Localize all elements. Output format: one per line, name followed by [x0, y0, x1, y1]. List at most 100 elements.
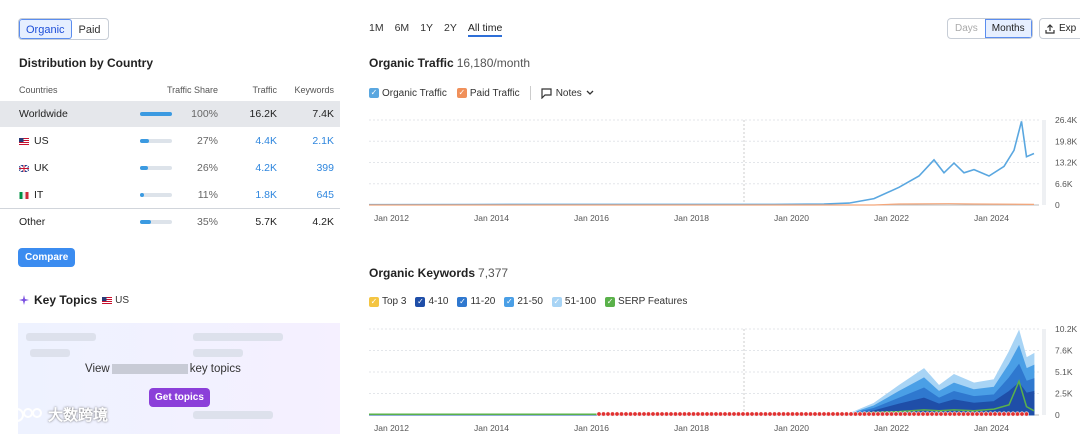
serp-marker [699, 411, 705, 417]
legend-11-20[interactable]: ✓ 11-20 [457, 296, 495, 307]
legend-paid-traffic[interactable]: ✓ Paid Traffic [456, 87, 520, 99]
serp-marker [933, 411, 939, 417]
get-topics-button[interactable]: Get topics [149, 388, 210, 407]
serp-marker [879, 411, 885, 417]
table-row-us[interactable]: US 27% 4.4K 2.1K [0, 127, 340, 154]
legend-label: 11-20 [470, 296, 496, 307]
watermark-logo-icon [10, 407, 42, 422]
legend-4-10[interactable]: ✓ 4-10 [415, 296, 448, 307]
serp-marker [1014, 411, 1020, 417]
serp-marker [852, 411, 858, 417]
us-flag-icon [19, 137, 29, 145]
serp-marker [947, 411, 953, 417]
keywords-link[interactable]: 399 [316, 162, 334, 174]
range-6m[interactable]: 6M [395, 22, 410, 37]
serp-marker [812, 411, 818, 417]
serp-marker [951, 411, 957, 417]
table-row-uk[interactable]: UK 26% 4.2K 399 [0, 154, 340, 181]
serp-marker [619, 411, 625, 417]
legend-label: 21-50 [517, 296, 543, 307]
header-traffic-share[interactable]: Traffic Share [167, 85, 218, 95]
notes-dropdown[interactable]: Notes [541, 88, 594, 99]
traffic-value: 16.2K [249, 108, 277, 120]
x-tick-label: Jan 2018 [674, 423, 709, 433]
serp-marker [654, 411, 660, 417]
export-button[interactable]: Exp [1039, 18, 1080, 39]
serp-marker [992, 411, 998, 417]
blurred-text [193, 333, 283, 341]
organic-traffic-label: Organic Traffic [369, 56, 454, 70]
y-tick-label: 2.5K [1055, 389, 1073, 399]
sparkle-icon [19, 295, 29, 305]
legend-top3[interactable]: ✓ Top 3 [369, 296, 406, 307]
key-topics-header: Key Topics US [19, 293, 129, 307]
x-tick-label: Jan 2016 [574, 213, 609, 223]
organic-keywords-value: 7,377 [478, 266, 509, 280]
divider [529, 86, 531, 100]
header-keywords[interactable]: Keywords [294, 85, 334, 95]
organic-keywords-chart[interactable]: 0 2.5K 5.1K 7.6K 10.2K Jan 2012 Jan 2014 Jan 20… [369, 322, 1080, 434]
range-1y[interactable]: 1Y [420, 22, 433, 37]
serp-marker [902, 411, 908, 417]
serp-marker [758, 411, 764, 417]
table-row-worldwide[interactable]: Worldwide 100% 16.2K 7.4K [0, 100, 340, 127]
traffic-share-value: 11% [197, 189, 218, 201]
serp-marker [623, 411, 629, 417]
keywords-link[interactable]: 645 [316, 189, 334, 201]
legend-label: Paid Traffic [469, 87, 520, 99]
legend-51-100[interactable]: ✓ 51-100 [551, 296, 596, 307]
serp-marker [722, 411, 728, 417]
country-name: Other [19, 216, 46, 228]
days-button[interactable]: Days [948, 19, 985, 38]
organic-traffic-chart[interactable]: 0 6.6K 13.2K 19.8K 26.4K Jan 2012 Jan 2014 Jan … [369, 112, 1080, 228]
x-tick-label: Jan 2016 [574, 423, 609, 433]
compare-button[interactable]: Compare [18, 248, 76, 267]
serp-marker [978, 411, 984, 417]
months-button[interactable]: Months [984, 19, 1032, 38]
serp-marker [659, 411, 665, 417]
serp-marker [708, 411, 714, 417]
traffic-link[interactable]: 1.8K [255, 189, 277, 201]
country-name: Worldwide [19, 108, 68, 120]
organic-toggle-button[interactable]: Organic [19, 19, 72, 39]
table-row-it[interactable]: IT 11% 1.8K 645 [0, 181, 340, 208]
header-traffic[interactable]: Traffic [252, 85, 277, 95]
serp-marker [789, 411, 795, 417]
range-all-time[interactable]: All time [467, 22, 503, 37]
traffic-link[interactable]: 4.2K [255, 162, 277, 174]
serp-marker [672, 411, 678, 417]
table-row-other[interactable]: Other 35% 5.7K 4.2K [0, 208, 340, 235]
traffic-share-bar [140, 220, 172, 224]
serp-marker [915, 411, 921, 417]
chevron-down-icon [586, 90, 594, 95]
serp-marker [785, 411, 791, 417]
range-1m[interactable]: 1M [369, 22, 384, 37]
export-label: Exp [1059, 23, 1077, 34]
serp-marker [920, 411, 926, 417]
serp-marker [627, 411, 633, 417]
serp-marker [762, 411, 768, 417]
organic-traffic-value: 16,180/month [456, 56, 531, 70]
keywords-link[interactable]: 2.1K [312, 135, 334, 147]
serp-marker [830, 411, 836, 417]
legend-serp-features[interactable]: ✓ SERP Features [605, 296, 687, 307]
checkbox-icon: ✓ [504, 296, 515, 307]
serp-marker [650, 411, 656, 417]
serp-marker [960, 411, 966, 417]
paid-toggle-button[interactable]: Paid [72, 19, 108, 39]
legend-organic-traffic[interactable]: ✓ Organic Traffic [369, 88, 447, 99]
serp-marker [866, 411, 872, 417]
serp-marker [1001, 411, 1007, 417]
view-prefix: View [85, 363, 110, 375]
serp-marker [713, 411, 719, 417]
serp-marker [821, 411, 827, 417]
range-2y[interactable]: 2Y [444, 22, 457, 37]
legend-21-50[interactable]: ✓ 21-50 [504, 296, 543, 307]
organic-keywords-title: Organic Keywords 7,377 [369, 266, 508, 280]
traffic-link[interactable]: 4.4K [255, 135, 277, 147]
checkbox-icon: ✓ [457, 296, 468, 307]
serp-marker [632, 411, 638, 417]
organic-paid-toggle: Organic Paid [18, 18, 109, 40]
serp-marker [1023, 411, 1029, 417]
checkbox-icon: ✓ [605, 296, 616, 307]
